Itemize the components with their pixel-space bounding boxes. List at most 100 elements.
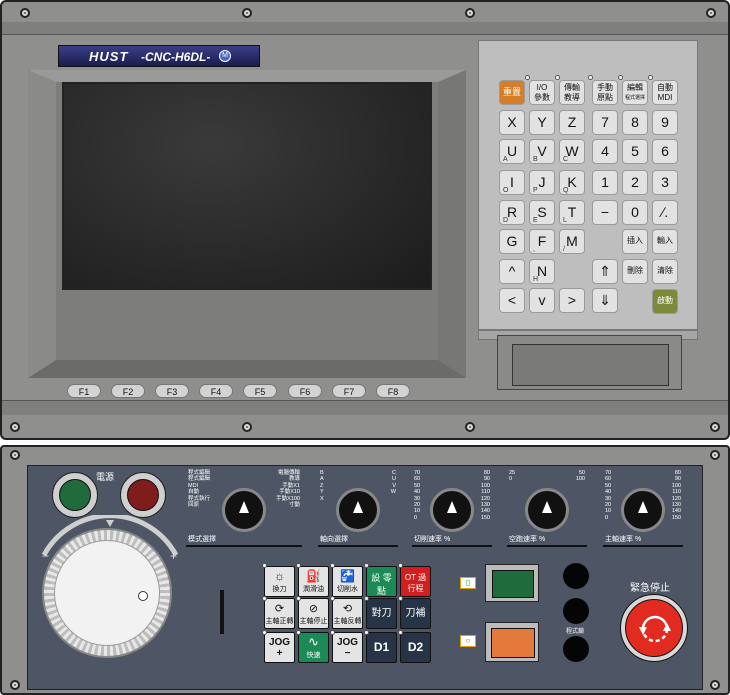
screw: [465, 8, 475, 18]
insert-key[interactable]: 插入: [622, 229, 648, 254]
cycle-start-key[interactable]: 啟動: [652, 289, 678, 314]
key-f[interactable]: F,: [529, 229, 555, 254]
key-k[interactable]: KQ: [559, 170, 585, 195]
key-r[interactable]: RD: [499, 200, 525, 225]
key-g[interactable]: G: [499, 229, 525, 254]
key-j[interactable]: JP: [529, 170, 555, 195]
emergency-stop-button[interactable]: [620, 594, 688, 662]
top-strip: [2, 22, 728, 35]
d2-button[interactable]: D2: [400, 632, 431, 663]
key-num-7[interactable]: 2: [622, 170, 648, 195]
reset-key[interactable]: 重置: [499, 80, 525, 105]
f4-key[interactable]: F4: [199, 384, 233, 398]
tool-setting-button[interactable]: 對刀: [366, 598, 397, 629]
spindle-ccw-icon: ⟲: [342, 603, 353, 615]
key-num-2[interactable]: 9: [652, 110, 678, 135]
f8-key[interactable]: F8: [376, 384, 410, 398]
key-v[interactable]: VB: [529, 139, 555, 164]
f5-key[interactable]: F5: [243, 384, 277, 398]
coolant-button[interactable]: 🚰 切削水: [332, 566, 363, 597]
key-right-arrow[interactable]: >: [559, 288, 585, 313]
f3-key[interactable]: F3: [155, 384, 189, 398]
key-s[interactable]: SE: [529, 200, 555, 225]
key-num-8[interactable]: 3: [652, 170, 678, 195]
input-key[interactable]: 輸入: [652, 229, 678, 254]
tool-change-button[interactable]: ☼ 換刀: [264, 566, 295, 597]
page-down-key[interactable]: ⇓: [592, 288, 618, 313]
key-down-arrow[interactable]: v: [529, 288, 555, 313]
transfer-teach-key[interactable]: 傳輸 教導: [559, 80, 585, 105]
key-x[interactable]: X: [499, 110, 525, 135]
edit-select-key[interactable]: 編輯 程式選擇: [622, 80, 648, 105]
brand-logo: HUST: [89, 49, 129, 64]
spindle-ccw-button[interactable]: ⟲ 主軸反轉: [332, 598, 363, 629]
program-lock-knob[interactable]: [563, 598, 589, 624]
key-num-0[interactable]: 7: [592, 110, 618, 135]
scale-label: 手動X10: [279, 489, 300, 496]
key-num-1[interactable]: 8: [622, 110, 648, 135]
key-z[interactable]: Z: [559, 110, 585, 135]
selector-knob[interactable]: [525, 488, 569, 532]
card-slot: [497, 335, 682, 390]
key-num-6[interactable]: 1: [592, 170, 618, 195]
set-zero-button[interactable]: 設 零點: [366, 566, 397, 597]
scale-label: 110: [481, 489, 490, 496]
d1-button[interactable]: D1: [366, 632, 397, 663]
io-param-key[interactable]: I/O 參數: [529, 80, 555, 105]
key-num-3[interactable]: 4: [592, 139, 618, 164]
key-m[interactable]: M /: [559, 229, 585, 254]
key-up-arrow[interactable]: ^: [499, 259, 525, 284]
f2-key[interactable]: F2: [111, 384, 145, 398]
key-main-label: M: [566, 233, 578, 249]
knob-pointer-icon: [353, 501, 363, 513]
manual-pulse-handwheel[interactable]: [42, 528, 172, 658]
select-label: 程式選擇: [624, 95, 645, 101]
selector-caption: 主軸速率 %: [605, 536, 642, 543]
key-u[interactable]: UA: [499, 139, 525, 164]
scale-label: 40: [414, 489, 421, 496]
key-left-arrow[interactable]: <: [499, 288, 525, 313]
black-knob[interactable]: [563, 636, 589, 662]
key-t[interactable]: TL: [559, 200, 585, 225]
screw: [710, 450, 720, 460]
delete-key[interactable]: 刪除: [622, 259, 648, 284]
auto-mdi-key[interactable]: 自動 MDI: [652, 80, 678, 105]
selector-knob[interactable]: [336, 488, 380, 532]
manual-home-key[interactable]: 手動 原點: [592, 80, 618, 105]
estop-label: 緊急停止: [630, 583, 670, 594]
power-on-button[interactable]: [52, 472, 98, 518]
key-num-10[interactable]: 0: [622, 200, 648, 225]
key-y[interactable]: Y: [529, 110, 555, 135]
button-led: [296, 630, 301, 635]
selector-knob[interactable]: [621, 488, 665, 532]
f1-key[interactable]: F1: [67, 384, 101, 398]
led-indicator: [648, 75, 653, 80]
lube-button[interactable]: ⛽ 潤滑油: [298, 566, 329, 597]
spindle-stop-button[interactable]: ⊘ 主軸停止: [298, 598, 329, 629]
overtravel-release-button[interactable]: OT 過行程: [400, 566, 431, 597]
brand-plate: HUST -CNC-H6DL- M: [58, 45, 260, 67]
cycle-start-button[interactable]: [485, 564, 539, 602]
jog-minus-button[interactable]: JOG −: [332, 632, 363, 663]
selector-knob[interactable]: [222, 488, 266, 532]
black-knob[interactable]: [563, 563, 589, 589]
spindle-cw-button[interactable]: ⟳ 主軸正轉: [264, 598, 295, 629]
tool-compensation-button[interactable]: 刀補: [400, 598, 431, 629]
key-w[interactable]: WC: [559, 139, 585, 164]
key-num-4[interactable]: 5: [622, 139, 648, 164]
power-off-button[interactable]: [120, 472, 166, 518]
feed-hold-button[interactable]: [485, 622, 539, 662]
key-i[interactable]: IO: [499, 170, 525, 195]
clear-key[interactable]: 清除: [652, 259, 678, 284]
key-num-9[interactable]: −: [592, 200, 618, 225]
key-num-11[interactable]: ∕.: [652, 200, 678, 225]
jog-plus-button[interactable]: JOG +: [264, 632, 295, 663]
rapid-button[interactable]: ∿ 快速: [298, 632, 329, 663]
selector-knob[interactable]: [430, 488, 474, 532]
key-page-up[interactable]: ⇑: [592, 259, 618, 284]
scale-label: 寸動: [288, 502, 300, 509]
key-n[interactable]: NH: [529, 259, 555, 284]
f6-key[interactable]: F6: [288, 384, 322, 398]
f7-key[interactable]: F7: [332, 384, 366, 398]
key-num-5[interactable]: 6: [652, 139, 678, 164]
